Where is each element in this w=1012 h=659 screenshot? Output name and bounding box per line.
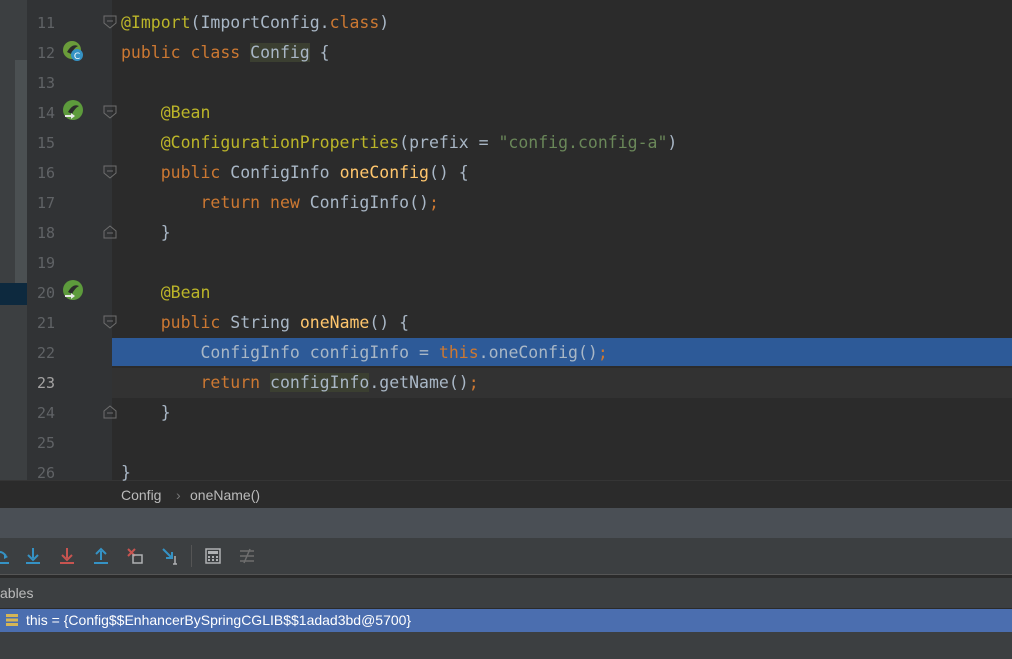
code-token: return xyxy=(121,373,271,392)
step-over-icon[interactable] xyxy=(0,546,12,566)
code-token: } xyxy=(121,223,171,242)
code-token: return new xyxy=(121,193,310,212)
variable-icon xyxy=(6,614,18,626)
breadcrumb-method[interactable]: oneName() xyxy=(190,481,260,509)
code-token: oneName xyxy=(299,313,370,332)
breadcrumb: Config › oneName() xyxy=(0,480,1012,509)
project-tool-strip xyxy=(0,0,27,480)
line-number: 12 xyxy=(36,44,55,62)
variable-row[interactable]: this = {Config$$EnhancerBySpringCGLIB$$1… xyxy=(0,609,1012,632)
code-line[interactable]: public ConfigInfo oneConfig() { xyxy=(121,158,469,188)
variables-header-label: ables xyxy=(0,585,34,601)
fold-marker-icon[interactable] xyxy=(103,225,117,239)
line-number: 16 xyxy=(36,164,55,182)
line-number: 21 xyxy=(36,314,55,332)
spring-config-icon[interactable]: C xyxy=(62,40,84,62)
run-to-cursor-icon[interactable] xyxy=(160,546,180,566)
code-token: public xyxy=(121,163,231,182)
code-token: ) xyxy=(379,13,390,32)
step-out-icon[interactable] xyxy=(91,546,111,566)
svg-text:C: C xyxy=(74,52,80,62)
code-token: .oneConfig() xyxy=(478,343,598,362)
fold-marker-icon[interactable] xyxy=(103,15,117,29)
evaluate-expression-icon[interactable] xyxy=(203,546,223,566)
line-number: 26 xyxy=(36,464,55,482)
variable-value: this = {Config$$EnhancerBySpringCGLIB$$1… xyxy=(26,612,412,628)
code-line[interactable]: @Import(ImportConfig.class) xyxy=(121,8,389,38)
code-token: this xyxy=(438,343,479,362)
code-token: } xyxy=(121,463,131,482)
code-line[interactable]: return new ConfigInfo(); xyxy=(121,188,439,218)
code-token: public xyxy=(121,313,231,332)
code-token: "config.config-a" xyxy=(498,133,668,152)
code-line[interactable]: public class Config { xyxy=(121,38,330,68)
code-token: ; xyxy=(597,343,608,362)
fold-marker-icon[interactable] xyxy=(103,315,117,329)
fold-marker-icon[interactable] xyxy=(103,165,117,179)
trace-icon[interactable] xyxy=(237,546,257,566)
code-token: @Bean xyxy=(121,103,211,122)
code-token: .getName() xyxy=(369,373,469,392)
line-number: 17 xyxy=(36,194,55,212)
code-token: ConfigInfo xyxy=(230,163,340,182)
line-number: 15 xyxy=(36,134,55,152)
left-scrollbar-thumb[interactable] xyxy=(15,60,27,285)
code-token: oneConfig xyxy=(339,163,429,182)
line-number: 19 xyxy=(36,254,55,272)
code-token: { xyxy=(309,43,330,62)
code-token: String xyxy=(230,313,300,332)
code-editor[interactable] xyxy=(112,0,1012,480)
line-number: 23 xyxy=(36,374,55,392)
code-token: Config xyxy=(250,43,310,62)
spring-bean-icon[interactable] xyxy=(62,280,84,302)
code-token: () { xyxy=(369,313,410,332)
line-number: 24 xyxy=(36,404,55,422)
code-line[interactable]: @ConfigurationProperties(prefix = "confi… xyxy=(121,128,678,158)
code-token: class xyxy=(329,13,380,32)
code-token: @Bean xyxy=(121,283,211,302)
line-number: 11 xyxy=(36,14,55,32)
code-line[interactable]: ConfigInfo configInfo = this.oneConfig()… xyxy=(121,338,608,368)
code-token: ; xyxy=(468,373,479,392)
code-token: configInfo xyxy=(270,373,370,392)
code-token: () { xyxy=(428,163,469,182)
code-line[interactable]: } xyxy=(121,218,171,248)
code-token: ConfigInfo() xyxy=(309,193,429,212)
code-token: } xyxy=(121,403,171,422)
fold-marker-icon[interactable] xyxy=(103,405,117,419)
code-token: ConfigInfo configInfo = xyxy=(121,343,439,362)
code-line[interactable]: return configInfo.getName(); xyxy=(121,368,479,398)
fold-marker-icon[interactable] xyxy=(103,105,117,119)
line-number: 18 xyxy=(36,224,55,242)
line-number: 25 xyxy=(36,434,55,452)
code-token: @ConfigurationProperties xyxy=(121,133,400,152)
line-number: 20 xyxy=(36,284,55,302)
code-line[interactable]: } xyxy=(121,458,131,488)
variables-panel-header: ables xyxy=(0,578,1012,608)
code-token: @Import xyxy=(121,13,191,32)
code-token: public class xyxy=(121,43,251,62)
debug-panel-title-bar xyxy=(0,508,1012,538)
code-token: ) xyxy=(667,133,678,152)
variables-empty-area xyxy=(0,632,1012,659)
line-number: 22 xyxy=(36,344,55,362)
toolbar-separator xyxy=(191,545,192,567)
breadcrumb-separator: › xyxy=(176,487,181,503)
line-number: 13 xyxy=(36,74,55,92)
force-step-into-icon[interactable] xyxy=(57,546,77,566)
line-number: 14 xyxy=(36,104,55,122)
project-selected-marker xyxy=(0,283,27,305)
code-line[interactable]: @Bean xyxy=(121,98,211,128)
code-line[interactable]: } xyxy=(121,398,171,428)
code-line[interactable]: public String oneName() { xyxy=(121,308,409,338)
spring-bean-icon[interactable] xyxy=(62,100,84,122)
step-into-icon[interactable] xyxy=(23,546,43,566)
code-token: (prefix = xyxy=(399,133,499,152)
debug-toolbar xyxy=(0,538,1012,575)
code-token: ; xyxy=(428,193,439,212)
drop-frame-icon[interactable] xyxy=(125,546,145,566)
code-line[interactable]: @Bean xyxy=(121,278,211,308)
code-token: (ImportConfig. xyxy=(190,13,330,32)
